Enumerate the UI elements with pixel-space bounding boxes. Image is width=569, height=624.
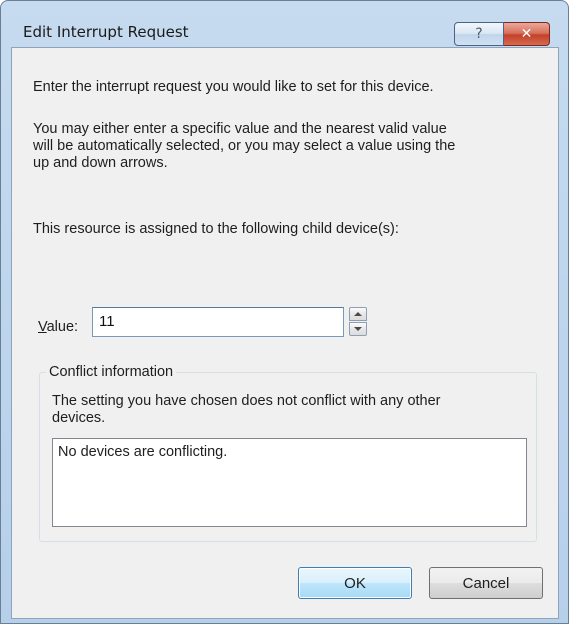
value-spinner — [349, 307, 367, 337]
value-label: Value: — [38, 319, 78, 335]
arrow-down-icon — [354, 327, 362, 331]
caption-buttons: ? ✕ — [454, 22, 550, 46]
conflict-group-title: Conflict information — [46, 364, 177, 380]
value-label-rest: alue: — [46, 319, 79, 335]
spin-up-button[interactable] — [349, 307, 367, 321]
value-label-accel: V — [38, 319, 47, 335]
title-bar[interactable]: Edit Interrupt Request ? ✕ — [1, 1, 568, 47]
intro-text: Enter the interrupt request you would li… — [33, 79, 434, 95]
instructions-line-1: You may either enter a specific value an… — [33, 121, 447, 137]
close-button[interactable]: ✕ — [504, 22, 550, 46]
help-button[interactable]: ? — [454, 22, 504, 46]
help-icon: ? — [475, 26, 483, 42]
dialog-window: Edit Interrupt Request ? ✕ Enter the int… — [0, 0, 569, 624]
instructions-line-3: up and down arrows. — [33, 155, 168, 171]
cancel-button[interactable]: Cancel — [429, 567, 543, 599]
conflict-list[interactable]: No devices are conflicting. — [52, 438, 527, 527]
window-title: Edit Interrupt Request — [23, 23, 189, 41]
assigned-devices-text: This resource is assigned to the followi… — [33, 221, 399, 237]
conflict-message-line-2: devices. — [52, 410, 106, 426]
instructions-line-2: will be automatically selected, or you m… — [33, 138, 456, 154]
dialog-client-area: Enter the interrupt request you would li… — [11, 47, 559, 619]
value-input[interactable]: 11 — [92, 307, 344, 337]
close-icon: ✕ — [520, 26, 533, 42]
ok-button[interactable]: OK — [298, 567, 412, 599]
spin-down-button[interactable] — [349, 322, 367, 336]
arrow-up-icon — [354, 312, 362, 316]
conflict-message-line-1: The setting you have chosen does not con… — [52, 393, 441, 409]
